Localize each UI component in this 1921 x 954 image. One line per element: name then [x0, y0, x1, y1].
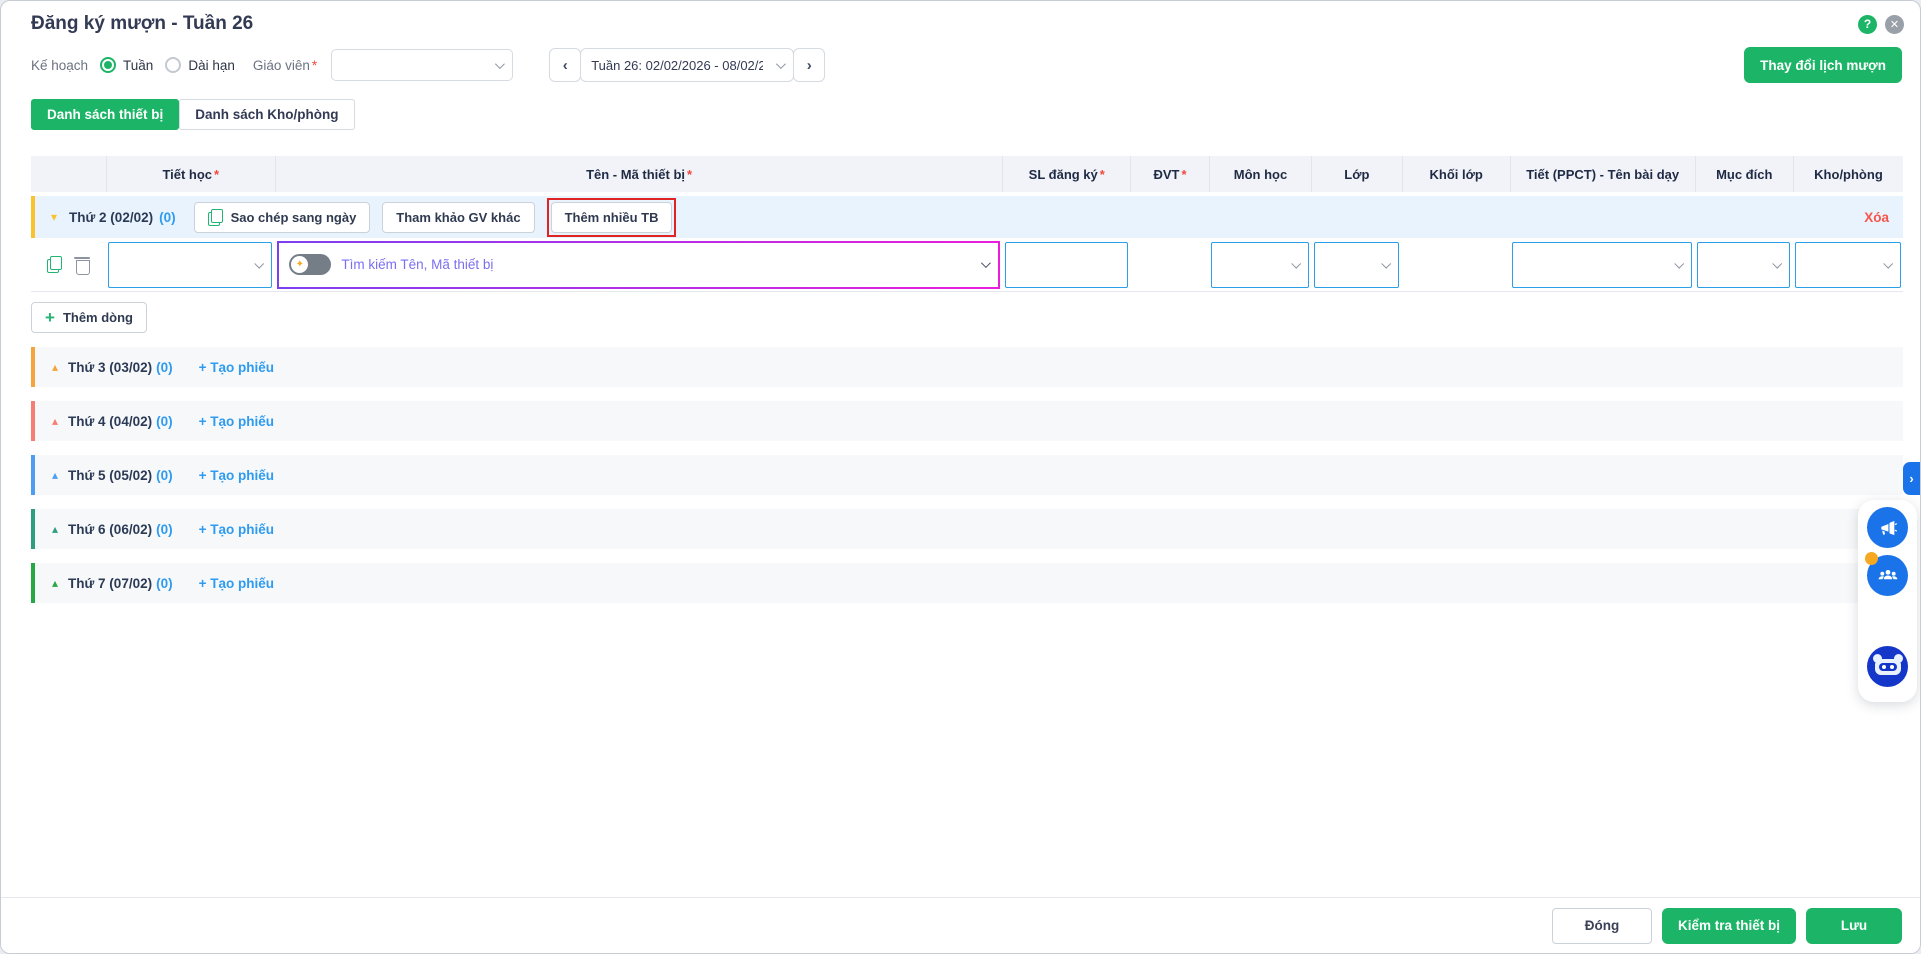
teacher-select[interactable] — [331, 49, 514, 81]
radio-week-icon[interactable] — [100, 57, 117, 73]
column-header-period: Tiết học * — [105, 156, 275, 192]
day-group-tuesday[interactable]: ▴ Thứ 3 (03/02) (0) + Tạo phiếu — [31, 347, 1903, 387]
notification-badge-dot — [1865, 552, 1878, 565]
create-ticket-link[interactable]: + Tạo phiếu — [199, 522, 274, 537]
chevron-down-icon — [1381, 258, 1392, 269]
megaphone-icon — [1880, 520, 1897, 535]
tab-bar: Danh sách thiết bị Danh sách Kho/phòng — [1, 83, 1920, 130]
column-header-lesson: Tiết (PPCT) - Tên bài dạy — [1509, 156, 1695, 192]
tab-device-list[interactable]: Danh sách thiết bị — [31, 99, 180, 130]
day-group-thursday[interactable]: ▴ Thứ 5 (05/02) (0) + Tạo phiếu — [31, 455, 1903, 495]
day-group-wednesday[interactable]: ▴ Thứ 4 (04/02) (0) + Tạo phiếu — [31, 401, 1903, 441]
radio-longterm-icon[interactable] — [165, 57, 182, 73]
chevron-down-icon — [1772, 258, 1783, 269]
next-week-button[interactable]: › — [793, 48, 826, 82]
week-select[interactable]: Tuần 26: 02/02/2026 - 08/02/2026 — [580, 48, 795, 82]
expand-caret-icon[interactable]: ▴ — [52, 577, 58, 589]
plus-icon: + — [45, 308, 55, 327]
grade-cell-empty — [1402, 238, 1510, 291]
chevron-down-icon — [495, 58, 506, 69]
close-button[interactable]: Đóng — [1551, 907, 1652, 944]
radio-week[interactable]: Tuần — [100, 57, 153, 73]
announcements-button[interactable] — [1867, 507, 1908, 548]
delete-day-link[interactable]: Xóa — [1864, 210, 1889, 225]
day-count: (0) — [159, 209, 176, 225]
row-actions-cell — [31, 238, 106, 291]
create-ticket-link[interactable]: + Tạo phiếu — [199, 414, 274, 429]
close-icon[interactable]: ✕ — [1885, 14, 1904, 34]
user-group-icon — [1878, 569, 1897, 579]
add-row-button[interactable]: + Thêm dòng — [31, 302, 147, 333]
quantity-input[interactable] — [1004, 241, 1128, 288]
modal-header: Đăng ký mượn - Tuần 26 ? ✕ — [1, 1, 1920, 37]
expand-caret-icon[interactable]: ▴ — [52, 415, 58, 427]
table-header: Tiết học * Tên - Mã thiết bị * SL đăng ký *… — [31, 156, 1903, 192]
page-title: Đăng ký mượn - Tuần 26 — [31, 13, 254, 34]
class-select[interactable] — [1313, 241, 1400, 288]
prev-week-button[interactable]: ‹ — [549, 48, 582, 82]
chevron-down-icon — [1290, 258, 1301, 269]
unit-cell-empty — [1130, 238, 1209, 291]
copy-icon — [207, 208, 223, 226]
chevron-down-icon — [776, 58, 787, 69]
expand-caret-icon[interactable]: ▴ — [52, 523, 58, 535]
red-highlight-box: Thêm nhiều TB — [546, 197, 677, 237]
chatbot-icon — [1872, 653, 1903, 675]
column-header-grade: Khối lớp — [1401, 156, 1510, 192]
change-schedule-button[interactable]: Thay đổi lịch mượn — [1744, 47, 1902, 83]
copy-to-day-button[interactable]: Sao chép sang ngày — [193, 201, 371, 233]
storage-select[interactable] — [1795, 241, 1901, 288]
chevron-down-icon — [1882, 258, 1893, 269]
day-group-friday[interactable]: ▴ Thứ 6 (06/02) (0) + Tạo phiếu — [31, 509, 1903, 549]
column-header-class: Lớp — [1311, 156, 1401, 192]
teacher-label: Giáo viên * — [252, 57, 318, 73]
ai-search-toggle[interactable] — [289, 254, 332, 275]
day-group-monday[interactable]: ▾ Thứ 2 (02/02) (0) Sao chép sang ngày T… — [31, 196, 1903, 238]
period-select[interactable] — [108, 241, 273, 288]
create-ticket-link[interactable]: + Tạo phiếu — [199, 360, 274, 375]
chevron-down-icon — [1674, 258, 1685, 269]
device-search-placeholder: Tìm kiếm Tên, Mã thiết bị — [341, 257, 494, 272]
device-search-combobox[interactable]: Tìm kiếm Tên, Mã thiết bị — [277, 240, 1000, 289]
consult-other-teacher-button[interactable]: Tham khảo GV khác — [382, 201, 535, 233]
collapse-caret-icon[interactable]: ▾ — [51, 211, 57, 223]
expand-caret-icon[interactable]: ▴ — [52, 469, 58, 481]
radio-longterm[interactable]: Dài hạn — [165, 57, 235, 73]
plan-label: Kế hoạch — [31, 57, 89, 73]
column-header-quantity: SL đăng ký * — [1002, 156, 1130, 192]
day-group-saturday[interactable]: ▴ Thứ 7 (07/02) (0) + Tạo phiếu — [31, 563, 1903, 603]
side-panel-expand-arrow[interactable]: › — [1903, 462, 1920, 495]
column-header-unit: ĐVT * — [1130, 156, 1209, 192]
week-navigation: ‹ Tuần 26: 02/02/2026 - 08/02/2026 › — [549, 48, 826, 82]
lesson-select[interactable] — [1512, 241, 1693, 288]
borrow-registration-modal: Đăng ký mượn - Tuần 26 ? ✕ Kế hoạch Tuần… — [0, 0, 1921, 954]
column-header-actions — [31, 156, 106, 192]
device-entry-row: Tìm kiếm Tên, Mã thiết bị — [31, 238, 1903, 292]
purpose-select[interactable] — [1697, 241, 1791, 288]
delete-row-icon[interactable] — [74, 256, 91, 275]
save-button[interactable]: Lưu — [1806, 907, 1902, 944]
column-header-storage: Kho/phòng — [1792, 156, 1903, 192]
day-label: Thứ 2 (02/02) — [69, 209, 154, 225]
controls-row: Kế hoạch Tuần Dài hạn Giáo viên * ‹ Tuần … — [1, 37, 1920, 83]
create-ticket-link[interactable]: + Tạo phiếu — [199, 468, 274, 483]
column-header-purpose: Mục đích — [1694, 156, 1793, 192]
tab-room-list[interactable]: Danh sách Kho/phòng — [179, 99, 355, 130]
column-header-subject: Môn học — [1208, 156, 1311, 192]
support-widget-panel — [1858, 500, 1917, 702]
chevron-down-icon — [980, 258, 991, 269]
help-icon[interactable]: ? — [1858, 14, 1877, 34]
create-ticket-link[interactable]: + Tạo phiếu — [199, 576, 274, 591]
subject-select[interactable] — [1211, 241, 1309, 288]
modal-footer: Đóng Kiểm tra thiết bị Lưu — [1, 897, 1920, 953]
chatbot-button[interactable] — [1867, 646, 1908, 687]
add-multiple-devices-button[interactable]: Thêm nhiều TB — [550, 201, 673, 233]
check-devices-button[interactable]: Kiểm tra thiết bị — [1661, 907, 1796, 944]
duplicate-row-icon[interactable] — [47, 256, 63, 273]
expand-caret-icon[interactable]: ▴ — [52, 361, 58, 373]
column-header-device: Tên - Mã thiết bị * — [274, 156, 1003, 192]
chevron-down-icon — [254, 258, 265, 269]
